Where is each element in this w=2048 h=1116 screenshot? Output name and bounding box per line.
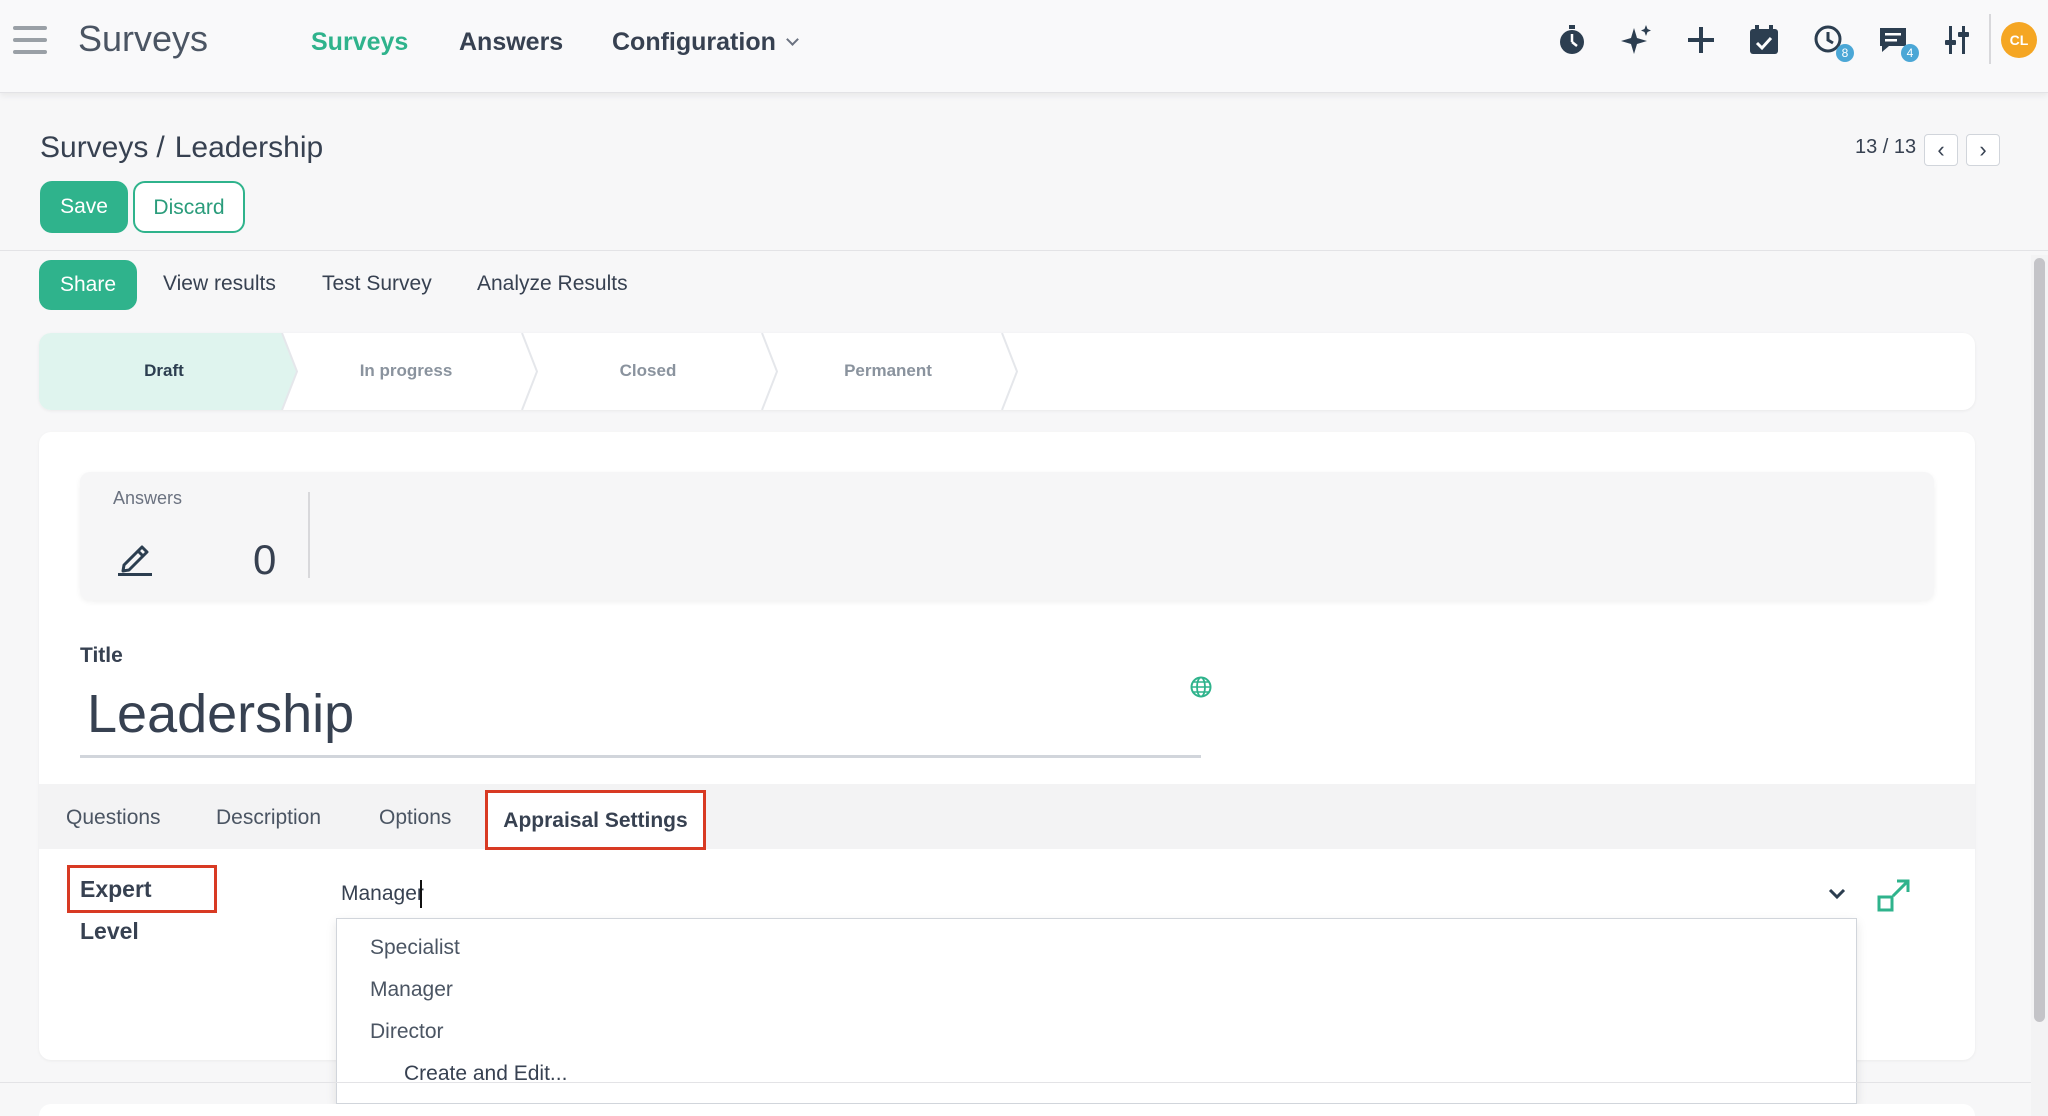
- expert-level-input[interactable]: [339, 876, 1854, 914]
- clock-icon[interactable]: 8: [1812, 22, 1854, 62]
- share-button[interactable]: Share: [39, 260, 137, 310]
- plus-icon[interactable]: [1683, 22, 1719, 58]
- answers-stat-box: [80, 472, 1934, 600]
- breadcrumb-current: Leadership: [174, 131, 324, 164]
- title-input-value[interactable]: Leadership: [87, 683, 354, 745]
- menu-toggle-icon[interactable]: [13, 26, 47, 56]
- analyze-results-button[interactable]: Analyze Results: [477, 272, 628, 296]
- breadcrumb-separator: /: [156, 131, 165, 164]
- open-record-icon[interactable]: [1876, 877, 1912, 913]
- chatter-card: [39, 1104, 1975, 1116]
- breadcrumb-parent-link[interactable]: Surveys: [40, 131, 148, 164]
- pager-value: 13 / 13: [1855, 136, 1917, 158]
- calendar-check-icon[interactable]: [1746, 22, 1782, 58]
- tab-questions[interactable]: Questions: [66, 806, 161, 830]
- answers-count[interactable]: 0: [253, 536, 276, 584]
- stage-draft[interactable]: Draft: [64, 361, 264, 381]
- test-survey-button[interactable]: Test Survey: [322, 272, 432, 296]
- tab-options[interactable]: Options: [379, 806, 451, 830]
- globe-icon[interactable]: [1190, 676, 1212, 698]
- nav-menu-configuration[interactable]: Configuration: [612, 28, 799, 57]
- expert-level-label: Expert Level: [67, 865, 217, 944]
- pager-previous-button[interactable]: ‹: [1924, 134, 1958, 166]
- settings-sliders-icon[interactable]: [1939, 22, 1975, 58]
- stat-divider: [308, 492, 310, 578]
- stage-in-progress[interactable]: In progress: [306, 361, 506, 381]
- nav-menu-answers[interactable]: Answers: [459, 28, 563, 57]
- tab-description[interactable]: Description: [216, 806, 321, 830]
- answers-stat-title: Answers: [113, 488, 183, 508]
- user-avatar[interactable]: CL: [2001, 22, 2037, 58]
- sparkles-icon[interactable]: [1619, 22, 1655, 58]
- control-panel-divider: [0, 250, 2048, 251]
- top-navbar: Surveys Surveys Answers Configuration 8 …: [0, 0, 2048, 93]
- stage-closed[interactable]: Closed: [548, 361, 748, 381]
- dropdown-option-director[interactable]: Director: [370, 1020, 444, 1044]
- chevron-down-icon[interactable]: [1825, 882, 1849, 906]
- save-button[interactable]: Save: [40, 181, 128, 233]
- chatter-divider: [0, 1082, 2048, 1083]
- chat-icon[interactable]: 4: [1877, 22, 1919, 62]
- dropdown-option-specialist[interactable]: Specialist: [370, 936, 460, 960]
- stage-permanent[interactable]: Permanent: [788, 361, 988, 381]
- status-stage-bar: Draft In progress Closed Permanent: [39, 333, 1975, 410]
- messages-badge: 4: [1901, 44, 1919, 62]
- app-name: Surveys: [78, 18, 209, 59]
- expert-level-value[interactable]: Manager: [341, 882, 424, 906]
- discard-button[interactable]: Discard: [133, 181, 245, 233]
- dropdown-option-manager[interactable]: Manager: [370, 978, 453, 1002]
- nav-menu-configuration-label: Configuration: [612, 28, 776, 56]
- navbar-divider: [1989, 14, 1991, 64]
- chevron-down-icon: [785, 33, 799, 46]
- stopwatch-icon[interactable]: [1554, 22, 1590, 58]
- notebook-tabs: [39, 784, 1975, 849]
- breadcrumb: Surveys / Leadership: [40, 131, 323, 165]
- title-field-label: Title: [80, 644, 123, 667]
- tab-appraisal-settings[interactable]: Appraisal Settings: [485, 790, 706, 850]
- view-results-button[interactable]: View results: [163, 272, 276, 296]
- nav-menu-surveys[interactable]: Surveys: [311, 28, 408, 57]
- pencil-icon[interactable]: [116, 537, 154, 577]
- scrollbar-thumb[interactable]: [2034, 258, 2045, 1022]
- pager-next-button[interactable]: ›: [1966, 134, 2000, 166]
- text-caret: [420, 880, 422, 908]
- activity-badge: 8: [1836, 44, 1854, 62]
